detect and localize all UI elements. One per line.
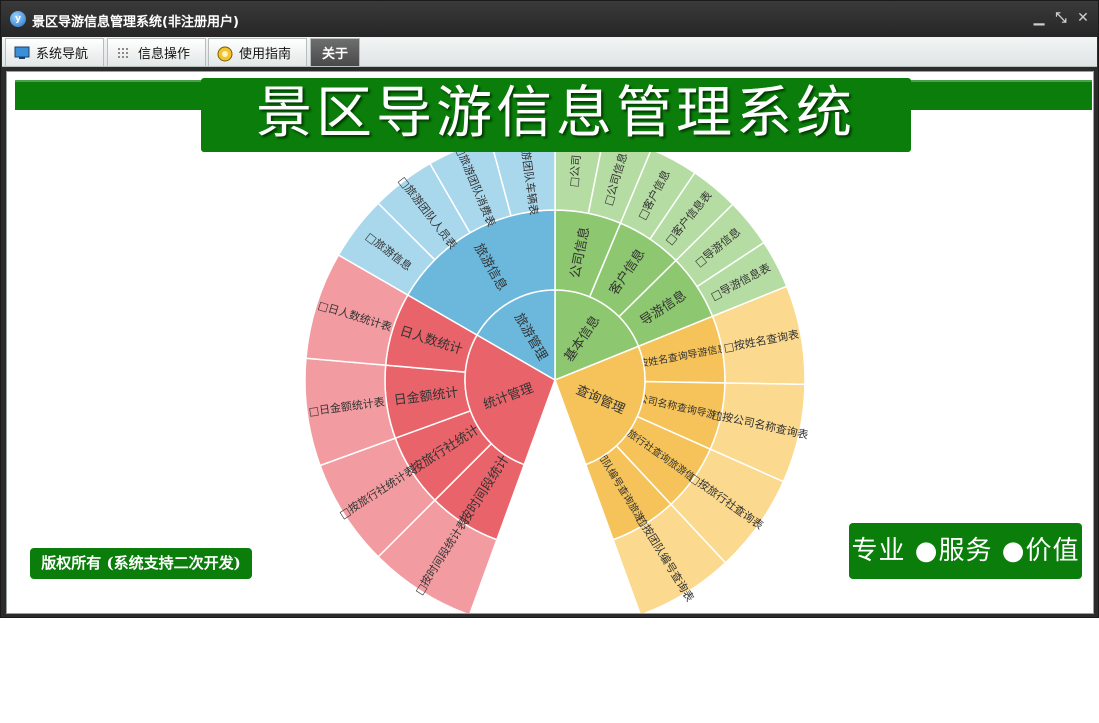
tab-label: 系统导航 <box>36 47 89 62</box>
close-button[interactable]: ✕ <box>1075 10 1091 26</box>
about-panel: 公司信息 □公司 □公司信息 客户信息 □客户信息 □客户信息表 导游信息 □导游信息 □导游信… <box>6 71 1094 614</box>
grid-icon <box>116 46 132 60</box>
app-window: y 景区导游信息管理系统(非注册用户) ▁ ⤡ ✕ 系统导航 信息操作 使用指南… <box>0 0 1099 618</box>
title-bar[interactable]: y 景区导游信息管理系统(非注册用户) ▁ ⤡ ✕ <box>1 1 1098 37</box>
tab-label: 关于 <box>322 47 349 62</box>
restore-button[interactable]: ⤡ <box>1053 10 1069 26</box>
tab-label: 信息操作 <box>138 47 191 62</box>
tab-system-navigation[interactable]: 系统导航 <box>5 38 104 66</box>
tab-info-operation[interactable]: 信息操作 <box>107 38 206 66</box>
guide-icon <box>217 46 233 61</box>
app-logo-icon: y <box>10 11 26 27</box>
tab-about[interactable]: 关于 <box>310 38 360 66</box>
monitor-icon <box>14 46 30 60</box>
app-heading: 景区导游信息管理系统 <box>256 81 856 146</box>
copyright-label: 版权所有 (系统支持二次开发) <box>30 548 252 579</box>
window-title: 景区导游信息管理系统(非注册用户) <box>32 15 239 30</box>
slogan-label: 专业 ●服务 ●价值 <box>849 523 1082 579</box>
toolbar: 系统导航 信息操作 使用指南 关于 <box>2 37 1097 67</box>
banner: 景区导游信息管理系统 <box>201 78 911 152</box>
tab-user-guide[interactable]: 使用指南 <box>208 38 307 66</box>
minimize-button[interactable]: ▁ <box>1031 10 1047 26</box>
tab-label: 使用指南 <box>239 47 292 62</box>
